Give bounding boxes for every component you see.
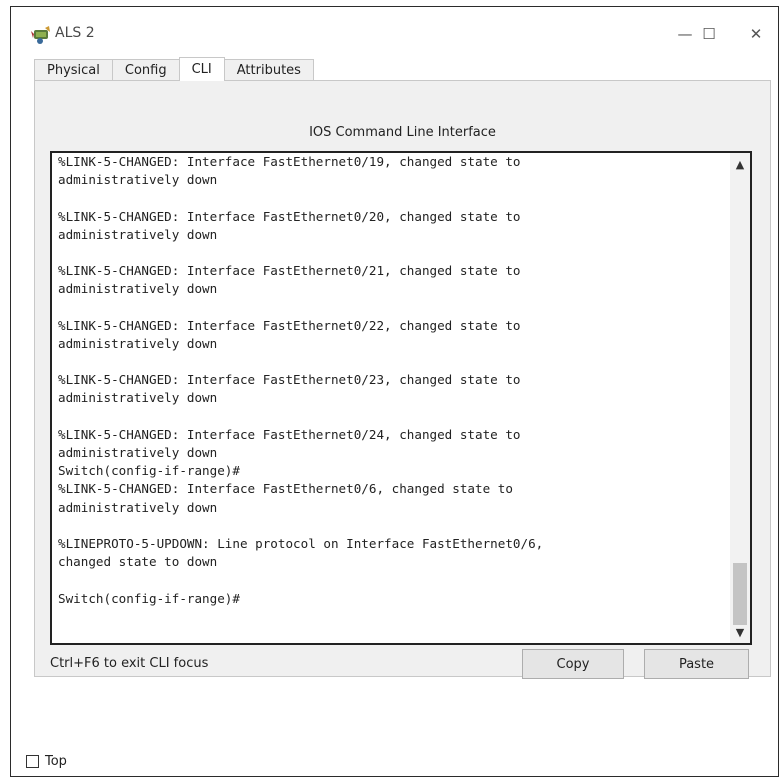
maximize-button[interactable]: ☐: [687, 17, 731, 51]
terminal-line: Switch(config-if-range)#: [58, 463, 240, 479]
terminal-line: %LINK-5-CHANGED: Interface FastEthernet0…: [58, 263, 521, 279]
tab-attributes[interactable]: Attributes: [223, 59, 314, 81]
terminal-line: administratively down: [58, 499, 218, 515]
app-window: ALS 2 — ☐ ✕ Physical Config CLI Attribut…: [10, 6, 779, 777]
copy-button[interactable]: Copy: [522, 649, 624, 679]
terminal-line: %LINEPROTO-5-UPDOWN: Line protocol on In…: [58, 535, 544, 551]
terminal-line: %LINK-5-CHANGED: Interface FastEthernet0…: [58, 208, 521, 224]
top-checkbox-label: Top: [45, 754, 67, 769]
terminal-line: changed state to down: [58, 554, 218, 570]
close-button[interactable]: ✕: [734, 17, 778, 51]
terminal-line: administratively down: [58, 445, 218, 460]
cli-panel: IOS Command Line Interface %LINK-5-CHANG…: [34, 80, 771, 679]
top-checkbox[interactable]: [26, 755, 39, 768]
tab-physical[interactable]: Physical: [34, 59, 113, 81]
terminal-line: %LINK-5-CHANGED: Interface FastEthernet0…: [58, 426, 521, 442]
terminal-line: Switch(config-if-range)#: [58, 590, 240, 606]
terminal-line: administratively down: [58, 335, 218, 351]
exit-cli-hint: Ctrl+F6 to exit CLI focus: [50, 656, 209, 671]
tab-bar: Physical Config CLI Attributes: [34, 57, 314, 81]
top-checkbox-row[interactable]: Top: [26, 754, 67, 769]
terminal-line: administratively down: [58, 390, 218, 406]
tab-config[interactable]: Config: [111, 59, 180, 81]
scroll-down-arrow-icon[interactable]: ▼: [730, 623, 750, 641]
terminal-line: %LINK-5-CHANGED: Interface FastEthernet0…: [58, 372, 521, 388]
paste-button[interactable]: Paste: [644, 649, 749, 679]
terminal-line: %LINK-5-CHANGED: Interface FastEthernet0…: [58, 317, 521, 333]
terminal-line: %LINK-5-CHANGED: Interface FastEthernet0…: [58, 481, 513, 497]
terminal-line: administratively down: [58, 281, 218, 297]
scroll-thumb[interactable]: [733, 563, 747, 625]
terminal-line: %LINK-5-CHANGED: Interface FastEthernet0…: [58, 154, 521, 169]
panel-title: IOS Command Line Interface: [309, 125, 496, 140]
scroll-up-arrow-icon[interactable]: ▲: [730, 155, 750, 173]
switch-device-icon: [31, 24, 53, 46]
cli-terminal[interactable]: %LINK-5-CHANGED: Interface FastEthernet0…: [50, 151, 752, 645]
terminal-line: administratively down: [58, 172, 218, 188]
terminal-scrollbar[interactable]: ▲ ▼: [730, 153, 750, 643]
tab-cli[interactable]: CLI: [178, 57, 225, 81]
window-title: ALS 2: [55, 25, 95, 41]
terminal-output[interactable]: %LINK-5-CHANGED: Interface FastEthernet0…: [58, 153, 722, 608]
title-bar[interactable]: ALS 2 — ☐ ✕: [11, 7, 778, 59]
terminal-line: administratively down: [58, 226, 218, 242]
